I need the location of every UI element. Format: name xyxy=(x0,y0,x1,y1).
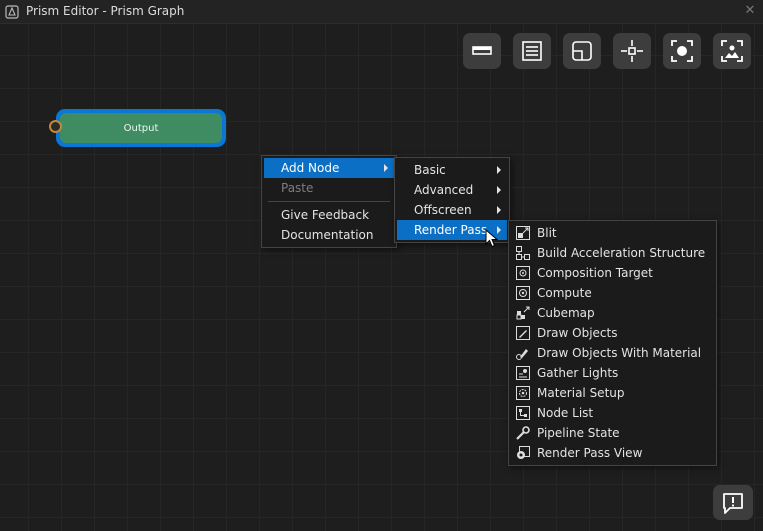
render-pass-item-cubemap-label: Cubemap xyxy=(537,306,595,320)
menu-item-paste: Paste xyxy=(264,178,394,198)
node-list-icon xyxy=(516,406,530,420)
render-pass-item-composition-target[interactable]: Composition Target xyxy=(511,263,714,283)
submenu-item-basic-label: Basic xyxy=(414,163,446,177)
output-node-label: Output xyxy=(60,113,222,143)
composition-target-icon xyxy=(516,266,530,280)
focus-icon xyxy=(671,40,693,62)
submenu-arrow-icon xyxy=(497,186,501,194)
close-icon[interactable]: ✕ xyxy=(743,4,757,18)
title-bar: Prism Editor - Prism Graph ✕ xyxy=(0,0,763,24)
cubemap-icon xyxy=(516,306,530,320)
render-pass-item-draw-objects-label: Draw Objects xyxy=(537,326,618,340)
gather-lights-icon xyxy=(516,366,530,380)
render-pass-item-node-list[interactable]: Node List xyxy=(511,403,714,423)
render-pass-item-draw-objects-with-material-label: Draw Objects With Material xyxy=(537,346,702,360)
window-title: Prism Editor - Prism Graph xyxy=(26,4,185,18)
render-pass-item-build-acceleration-structure-label: Build Acceleration Structure xyxy=(537,246,706,260)
menu-item-add-node-label: Add Node xyxy=(281,161,340,175)
render-pass-item-gather-lights[interactable]: Gather Lights xyxy=(511,363,714,383)
toolbar-frame-selection-button[interactable] xyxy=(663,33,701,69)
toolbar-panel-button[interactable] xyxy=(463,33,501,69)
menu-item-documentation-label: Documentation xyxy=(281,228,374,242)
material-setup-icon xyxy=(516,386,530,400)
submenu-item-basic[interactable]: Basic xyxy=(397,160,507,180)
toolbar-minimize-button[interactable] xyxy=(563,33,601,69)
menu-item-add-node[interactable]: Add Node xyxy=(264,158,394,178)
submenu-item-advanced-label: Advanced xyxy=(414,183,474,197)
render-pass-item-compute[interactable]: Compute xyxy=(511,283,714,303)
context-menu: Add Node Paste Give Feedback Documentati… xyxy=(261,155,397,248)
render-pass-item-pipeline-state-label: Pipeline State xyxy=(537,426,620,440)
feedback-speech-icon xyxy=(723,492,743,514)
wrench-icon xyxy=(516,426,530,440)
render-pass-item-material-setup[interactable]: Material Setup xyxy=(511,383,714,403)
render-pass-item-material-setup-label: Material Setup xyxy=(537,386,625,400)
toolbar-screenshot-button[interactable] xyxy=(713,33,751,69)
mouse-cursor-icon xyxy=(485,229,499,248)
render-pass-view-icon xyxy=(517,446,530,459)
submenu-arrow-icon xyxy=(497,206,501,214)
render-pass-submenu: Blit Build Acceleration Structure Compos… xyxy=(508,220,717,466)
panel-bar-icon xyxy=(472,46,492,55)
render-pass-item-blit[interactable]: Blit xyxy=(511,223,714,243)
prism-app-icon xyxy=(5,5,19,19)
render-pass-item-pipeline-state[interactable]: Pipeline State xyxy=(511,423,714,443)
resize-window-icon xyxy=(572,41,592,61)
list-icon xyxy=(522,41,542,61)
compute-icon xyxy=(516,286,530,300)
output-node-input-port[interactable] xyxy=(49,120,62,133)
render-pass-item-render-pass-view-label: Render Pass View xyxy=(537,446,643,460)
crosshair-icon xyxy=(621,40,643,62)
blit-icon xyxy=(516,226,530,240)
render-pass-item-gather-lights-label: Gather Lights xyxy=(537,366,619,380)
render-pass-item-blit-label: Blit xyxy=(537,226,557,240)
menu-item-give-feedback-label: Give Feedback xyxy=(281,208,370,222)
render-pass-item-draw-objects-with-material[interactable]: Draw Objects With Material xyxy=(511,343,714,363)
menu-separator xyxy=(268,201,390,202)
toolbar-center-button[interactable] xyxy=(613,33,651,69)
submenu-item-offscreen[interactable]: Offscreen xyxy=(397,200,507,220)
submenu-item-render-pass-label: Render Pass xyxy=(414,223,488,237)
draw-objects-icon xyxy=(516,326,530,340)
output-node[interactable]: Output xyxy=(56,109,226,147)
submenu-arrow-icon xyxy=(384,164,388,172)
render-pass-item-cubemap[interactable]: Cubemap xyxy=(511,303,714,323)
render-pass-item-draw-objects[interactable]: Draw Objects xyxy=(511,323,714,343)
feedback-button[interactable] xyxy=(713,485,753,520)
menu-item-documentation[interactable]: Documentation xyxy=(264,225,394,245)
acceleration-structure-icon xyxy=(516,246,530,260)
submenu-item-advanced[interactable]: Advanced xyxy=(397,180,507,200)
image-capture-icon xyxy=(721,40,743,62)
submenu-arrow-icon xyxy=(497,166,501,174)
render-pass-item-compute-label: Compute xyxy=(537,286,592,300)
render-pass-item-build-acceleration-structure[interactable]: Build Acceleration Structure xyxy=(511,243,714,263)
render-pass-item-node-list-label: Node List xyxy=(537,406,594,420)
toolbar-list-button[interactable] xyxy=(513,33,551,69)
draw-material-icon xyxy=(516,349,528,360)
render-pass-item-composition-target-label: Composition Target xyxy=(537,266,653,280)
menu-item-paste-label: Paste xyxy=(281,181,314,195)
menu-item-give-feedback[interactable]: Give Feedback xyxy=(264,205,394,225)
submenu-item-offscreen-label: Offscreen xyxy=(414,203,472,217)
render-pass-item-render-pass-view[interactable]: Render Pass View xyxy=(511,443,714,463)
